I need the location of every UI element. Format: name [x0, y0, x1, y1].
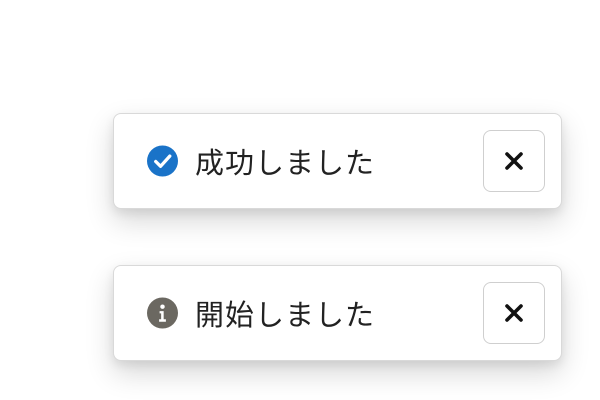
check-circle-icon	[147, 145, 178, 177]
toast-message: 成功しました	[195, 146, 376, 180]
close-icon	[503, 150, 525, 172]
success-toast: 成功しました	[113, 113, 562, 209]
close-button[interactable]	[483, 282, 545, 344]
close-icon	[503, 302, 525, 324]
info-toast: 開始しました	[113, 265, 562, 361]
toast-message: 開始しました	[195, 298, 376, 332]
toast-stack: 成功しました 開始しました	[0, 0, 600, 400]
close-button[interactable]	[483, 130, 545, 192]
info-circle-icon	[147, 297, 178, 329]
